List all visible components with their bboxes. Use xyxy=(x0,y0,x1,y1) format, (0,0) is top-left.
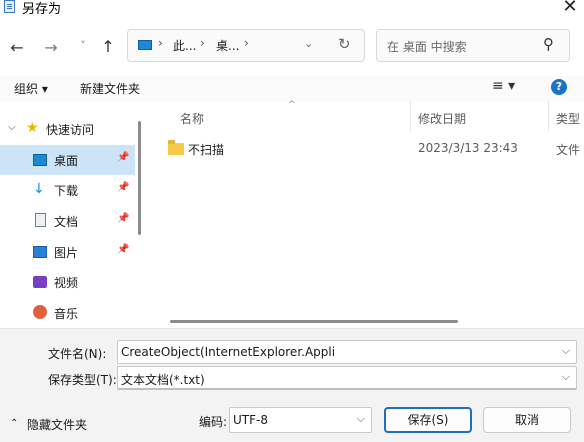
desktop-icon xyxy=(33,154,47,166)
pin-icon[interactable]: 📌 xyxy=(117,152,129,163)
sidebar-item-label: 桌面 xyxy=(54,154,79,168)
search-placeholder: 在 桌面 中搜索 xyxy=(387,40,467,54)
view-options-icon[interactable]: ≡ ▾ xyxy=(492,78,515,94)
column-header-name[interactable]: 名称 xyxy=(180,110,204,127)
file-name[interactable]: 不扫描 xyxy=(188,141,224,158)
search-input[interactable]: 在 桌面 中搜索 ⚲ xyxy=(376,29,570,62)
refresh-icon[interactable]: ↻ xyxy=(338,35,351,53)
filetype-label: 保存类型(T): xyxy=(48,373,117,387)
column-header-date[interactable]: 修改日期 xyxy=(418,110,466,127)
breadcrumb-this-pc[interactable]: 此... xyxy=(173,37,196,54)
up-arrow-icon[interactable]: ↑ xyxy=(97,37,119,56)
filename-label: 文件名(N): xyxy=(48,347,107,361)
new-folder-button[interactable]: 新建文件夹 xyxy=(80,80,140,97)
encoding-label: 编码: xyxy=(199,415,228,429)
notepad-icon xyxy=(4,0,15,13)
pin-icon[interactable]: 📌 xyxy=(117,182,129,193)
filename-value: CreateObject(InternetExplorer.Appli xyxy=(121,345,336,359)
address-dropdown-icon[interactable]: ⌄ xyxy=(304,37,313,50)
sidebar-item-label: 图片 xyxy=(54,246,79,260)
chevron-down-icon[interactable]: ⌵ xyxy=(8,122,16,133)
pin-icon[interactable]: 📌 xyxy=(117,244,129,255)
address-bar[interactable]: › 此... › 桌... › ⌄ ↻ xyxy=(127,29,365,62)
sort-ascending-icon: ^ xyxy=(288,100,296,110)
picture-icon xyxy=(33,246,47,258)
music-icon xyxy=(33,305,47,319)
sidebar-item-documents[interactable]: 文档 📌 xyxy=(0,206,135,236)
navigation-pane: ⌵ ★ 快速访问 桌面 📌 ↓ 下载 📌 文档 📌 图片 📌 视频 音乐 xyxy=(0,101,148,328)
hide-folders-toggle[interactable]: 隐藏文件夹 xyxy=(27,416,87,433)
breadcrumb-separator-icon[interactable]: › xyxy=(200,36,205,50)
file-list: ^ 名称 修改日期 类型 不扫描 2023/3/13 23:43 文件 xyxy=(148,100,584,328)
organize-button[interactable]: 组织 ▾ xyxy=(14,80,48,97)
help-icon[interactable]: ? xyxy=(551,79,567,95)
save-button[interactable]: 保存(S) xyxy=(384,407,472,433)
monitor-icon xyxy=(138,40,152,50)
column-divider[interactable] xyxy=(410,101,411,131)
back-arrow-icon[interactable]: ← xyxy=(6,38,28,57)
sidebar-item-label: 文档 xyxy=(54,215,79,229)
recent-locations-chevron-icon[interactable]: ˅ xyxy=(72,39,94,52)
chevron-up-icon[interactable]: ⌃ xyxy=(10,418,18,429)
sidebar-item-label: 视频 xyxy=(54,276,79,290)
chevron-down-icon[interactable]: ⌵ xyxy=(562,370,570,384)
chevron-down-icon[interactable]: ⌵ xyxy=(562,344,570,358)
command-bar: 组织 ▾ 新建文件夹 ≡ ▾ ? xyxy=(0,76,584,101)
column-divider[interactable] xyxy=(548,101,549,131)
quick-access-label[interactable]: 快速访问 xyxy=(46,121,94,138)
encoding-value: UTF-8 xyxy=(233,413,268,427)
pin-icon[interactable]: 📌 xyxy=(117,213,129,224)
cancel-button[interactable]: 取消 xyxy=(483,407,571,433)
sidebar-item-label: 音乐 xyxy=(54,307,79,321)
sidebar-item-label: 下载 xyxy=(54,184,79,198)
filetype-value: 文本文档(*.txt) xyxy=(121,373,205,387)
sidebar-item-downloads[interactable]: ↓ 下载 📌 xyxy=(0,175,135,205)
chevron-down-icon[interactable]: ⌵ xyxy=(357,412,365,426)
sidebar-scrollbar[interactable] xyxy=(138,121,141,235)
window-title: 另存为 xyxy=(22,2,62,17)
filetype-select[interactable]: 文本文档(*.txt) ⌵ xyxy=(117,366,577,390)
search-icon: ⚲ xyxy=(543,35,554,53)
filename-input[interactable]: CreateObject(InternetExplorer.Appli ⌵ xyxy=(117,340,577,364)
breadcrumb-separator-icon: › xyxy=(158,36,163,50)
sidebar-item-pictures[interactable]: 图片 📌 xyxy=(0,237,135,267)
title-bar: 另存为 ✕ xyxy=(0,0,584,18)
encoding-select[interactable]: UTF-8 ⌵ xyxy=(229,407,372,433)
save-form: 文件名(N): CreateObject(InternetExplorer.Ap… xyxy=(0,328,584,442)
close-button[interactable]: ✕ xyxy=(556,0,584,18)
document-icon xyxy=(35,213,46,227)
breadcrumb-desktop[interactable]: 桌... xyxy=(216,37,239,54)
horizontal-scrollbar[interactable] xyxy=(170,320,458,323)
sidebar-item-videos[interactable]: 视频 xyxy=(0,267,135,297)
star-icon: ★ xyxy=(26,120,39,136)
file-type: 文件 xyxy=(556,143,581,157)
forward-arrow-icon[interactable]: → xyxy=(40,38,62,57)
video-icon xyxy=(33,276,47,288)
column-header-type[interactable]: 类型 xyxy=(556,110,580,127)
file-date: 2023/3/13 23:43 xyxy=(418,141,518,155)
sidebar-item-desktop[interactable]: 桌面 📌 xyxy=(0,145,135,175)
sidebar-item-music[interactable]: 音乐 xyxy=(0,298,135,328)
download-icon: ↓ xyxy=(33,181,45,197)
folder-icon xyxy=(168,140,184,155)
breadcrumb-separator-icon[interactable]: › xyxy=(244,36,249,50)
